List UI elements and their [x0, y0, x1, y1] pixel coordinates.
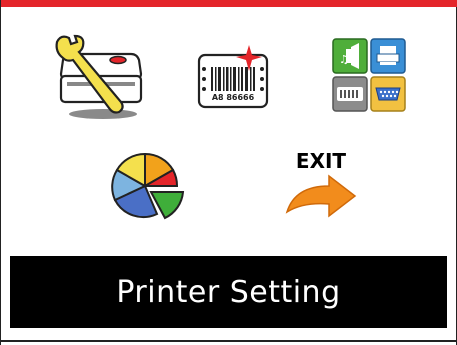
svg-text:♫: ♫ — [339, 53, 349, 66]
interface-grid-icon: ♫ — [332, 38, 406, 112]
interface-setting-button[interactable]: ♫ — [331, 37, 407, 115]
exit-button[interactable]: EXIT — [281, 150, 361, 218]
pie-chart-icon — [111, 152, 185, 220]
printer-tools-button[interactable] — [51, 30, 151, 125]
bottom-divider — [1, 340, 457, 342]
barcode-setting-button[interactable]: A8 86666 — [195, 45, 271, 111]
title-bar: Printer Setting — [10, 256, 447, 328]
statistics-button[interactable] — [109, 148, 187, 222]
page-title: Printer Setting — [116, 274, 341, 310]
exit-arrow-icon: EXIT — [285, 150, 357, 218]
printer-wrench-icon — [55, 34, 143, 119]
barcode-label-icon: A8 86666 — [197, 45, 269, 109]
exit-label: EXIT — [296, 150, 347, 173]
top-accent-bar — [1, 0, 457, 7]
barcode-label-text: A8 86666 — [212, 93, 255, 102]
